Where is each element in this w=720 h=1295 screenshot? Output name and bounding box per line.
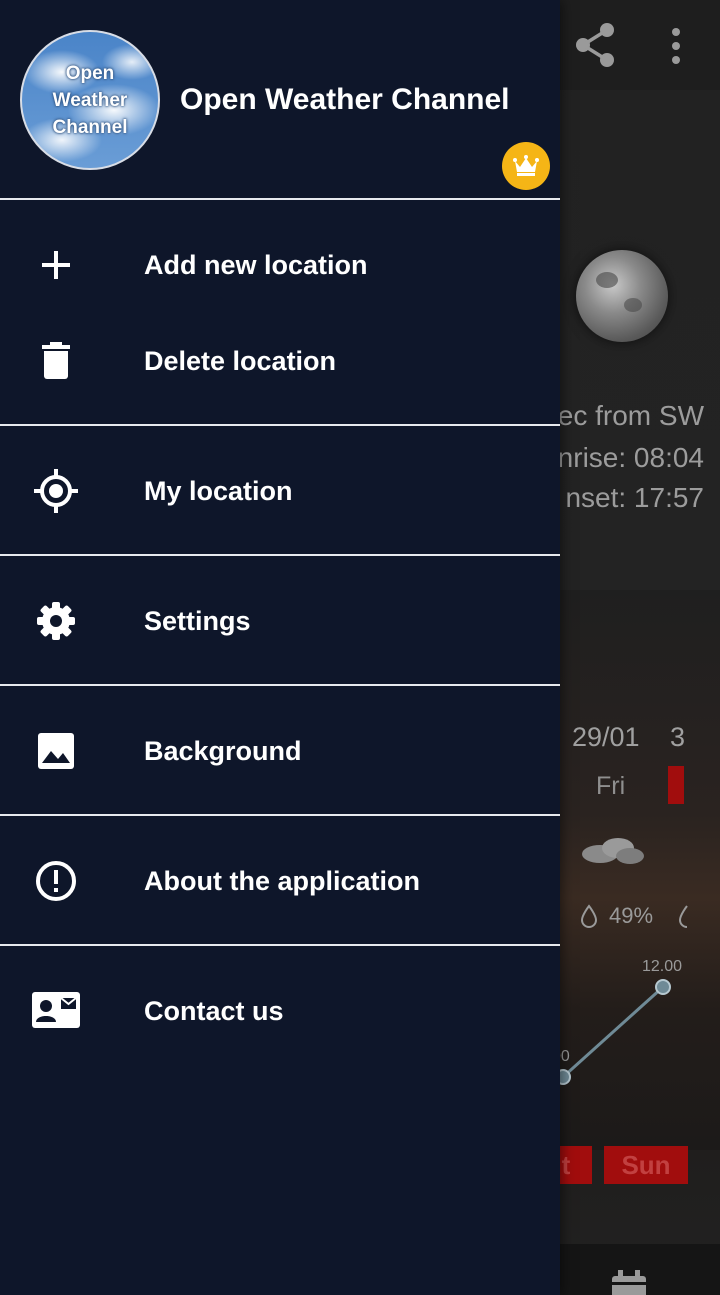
forecast-day: Fri — [596, 772, 626, 800]
menu-item-settings[interactable]: Settings — [0, 581, 560, 661]
chart-point — [655, 979, 671, 995]
chart-value-label: 12.00 — [642, 958, 683, 975]
menu-item-delete-location[interactable]: Delete location — [0, 321, 560, 401]
gps-target-icon — [32, 467, 80, 515]
menu-item-label: My location — [144, 475, 293, 506]
temperature-chart — [555, 979, 671, 1085]
raindrop-icon — [580, 904, 598, 928]
sunrise-text: nrise: 08:04 — [557, 442, 704, 473]
wind-text: ec from SW — [557, 400, 704, 431]
day-tab-sun[interactable]: Sun — [604, 1146, 688, 1184]
moon-phase-icon — [576, 250, 668, 342]
menu-item-label: Contact us — [144, 995, 284, 1026]
menu-item-label: Background — [144, 735, 302, 766]
app-logo-avatar: Open Weather Channel — [20, 30, 160, 170]
menu-item-about[interactable]: About the application — [0, 841, 560, 921]
menu-item-label: Settings — [144, 605, 251, 636]
menu-item-label: About the application — [144, 865, 420, 896]
menu-item-background[interactable]: Background — [0, 711, 560, 791]
menu-item-label: Delete location — [144, 345, 337, 376]
cloud-icon — [582, 838, 644, 864]
divider — [0, 424, 560, 426]
calendar-icon[interactable] — [610, 1270, 648, 1295]
gear-icon — [32, 597, 80, 645]
drawer-header: Open Weather Channel Open Weather Channe… — [0, 0, 560, 198]
premium-badge[interactable] — [502, 142, 550, 190]
forecast-date-next: 3 — [670, 722, 686, 752]
contact-card-icon — [32, 987, 80, 1035]
app-name: Open Weather Channel — [180, 83, 510, 116]
info-exclamation-icon — [32, 857, 80, 905]
day-highlight-marker — [668, 766, 684, 804]
divider — [0, 198, 560, 200]
menu-item-add-location[interactable]: Add new location — [0, 225, 560, 305]
humidity-value: 49% — [609, 903, 654, 928]
divider — [0, 554, 560, 556]
sunset-text: nset: 17:57 — [565, 482, 704, 513]
divider — [0, 684, 560, 686]
menu-item-label: Add new location — [144, 249, 368, 280]
divider — [0, 814, 560, 816]
plus-icon — [32, 241, 80, 289]
menu-item-my-location[interactable]: My location — [0, 451, 560, 531]
more-vert-icon[interactable] — [666, 26, 686, 66]
divider — [0, 944, 560, 946]
forecast-date: 29/01 — [572, 722, 640, 752]
crown-icon — [513, 155, 539, 176]
navigation-drawer: Open Weather Channel Open Weather Channe… — [0, 0, 560, 1295]
menu-item-contact[interactable]: Contact us — [0, 971, 560, 1051]
share-icon[interactable] — [574, 22, 616, 68]
raindrop-icon — [678, 905, 688, 928]
avatar-text: Open Weather Channel — [52, 62, 128, 138]
trash-icon — [32, 337, 80, 385]
image-icon — [32, 727, 80, 775]
